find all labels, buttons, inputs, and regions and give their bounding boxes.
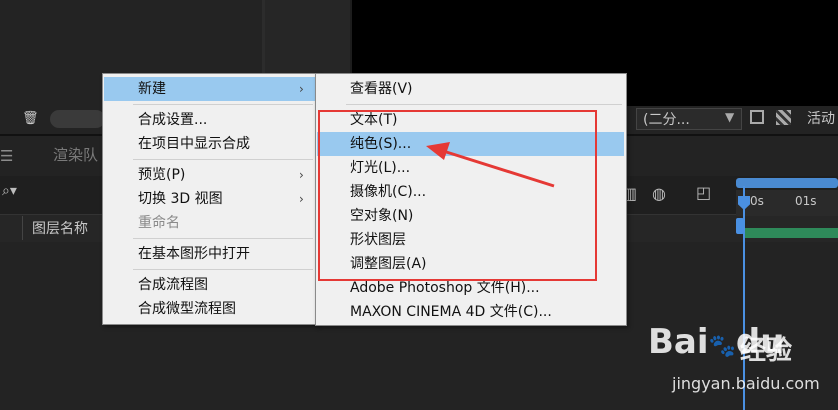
project-scrollbar[interactable] <box>50 110 105 128</box>
context-menu: 新建 › 合成设置... 在项目中显示合成 预览(P) › 切换 3D 视图 ›… <box>102 73 318 325</box>
chevron-down-icon: ▼ <box>725 110 735 124</box>
menu-item-mini-flowchart[interactable]: 合成微型流程图 <box>138 297 236 321</box>
menu-item-new[interactable]: 新建 <box>138 77 166 101</box>
annotation-arrow <box>426 142 555 188</box>
work-area-bar[interactable] <box>736 178 838 188</box>
watermark-jingyan: 经验 <box>740 336 793 366</box>
menu-separator <box>133 238 313 239</box>
motion-blur-icon[interactable]: ◍ <box>652 184 666 203</box>
menu-separator <box>133 269 313 270</box>
menu-highlight <box>104 77 315 101</box>
chevron-right-icon: › <box>299 192 304 206</box>
ruler-tick-1: 01s <box>795 194 817 208</box>
menu-item-viewer[interactable]: 查看器(V) <box>350 77 413 101</box>
layer-duration-bar[interactable] <box>745 228 838 238</box>
search-icon[interactable]: ⌕▾ <box>2 183 17 199</box>
watermark-url: jingyan.baidu.com <box>672 374 820 393</box>
menu-separator <box>346 104 622 105</box>
menu-item-cinema4d-file[interactable]: MAXON CINEMA 4D 文件(C)... <box>350 300 552 324</box>
column-divider[interactable] <box>22 216 23 240</box>
annotation-box <box>318 110 597 281</box>
ruler-tick-0: 0s <box>750 194 764 208</box>
chevron-right-icon: › <box>299 168 304 182</box>
trash-icon[interactable]: 🗑 <box>22 111 40 127</box>
menu-item-preview[interactable]: 预览(P) <box>138 163 185 187</box>
active-camera-label[interactable]: 活动 <box>807 108 835 128</box>
menu-item-switch-3d-view[interactable]: 切换 3D 视图 <box>138 187 223 211</box>
menu-item-flowchart[interactable]: 合成流程图 <box>138 273 208 297</box>
transparency-grid-icon[interactable] <box>776 110 791 125</box>
chevron-right-icon: › <box>299 82 304 96</box>
tab-render-queue[interactable]: 渲染队 <box>53 144 98 165</box>
menu-separator <box>133 159 313 160</box>
menu-item-open-essential-graphics[interactable]: 在基本图形中打开 <box>138 242 250 266</box>
region-of-interest-icon[interactable] <box>750 110 764 124</box>
menu-item-composition-settings[interactable]: 合成设置... <box>138 108 207 132</box>
menu-icon[interactable]: ☰ <box>0 147 13 165</box>
menu-item-rename: 重命名 <box>138 215 180 231</box>
graph-editor-icon[interactable]: ◰ <box>696 183 711 202</box>
resolution-value: (二分... <box>643 112 690 128</box>
menu-item-reveal-in-project[interactable]: 在项目中显示合成 <box>138 132 250 156</box>
column-layer-name[interactable]: 图层名称 <box>32 218 88 238</box>
menu-separator <box>133 104 313 105</box>
